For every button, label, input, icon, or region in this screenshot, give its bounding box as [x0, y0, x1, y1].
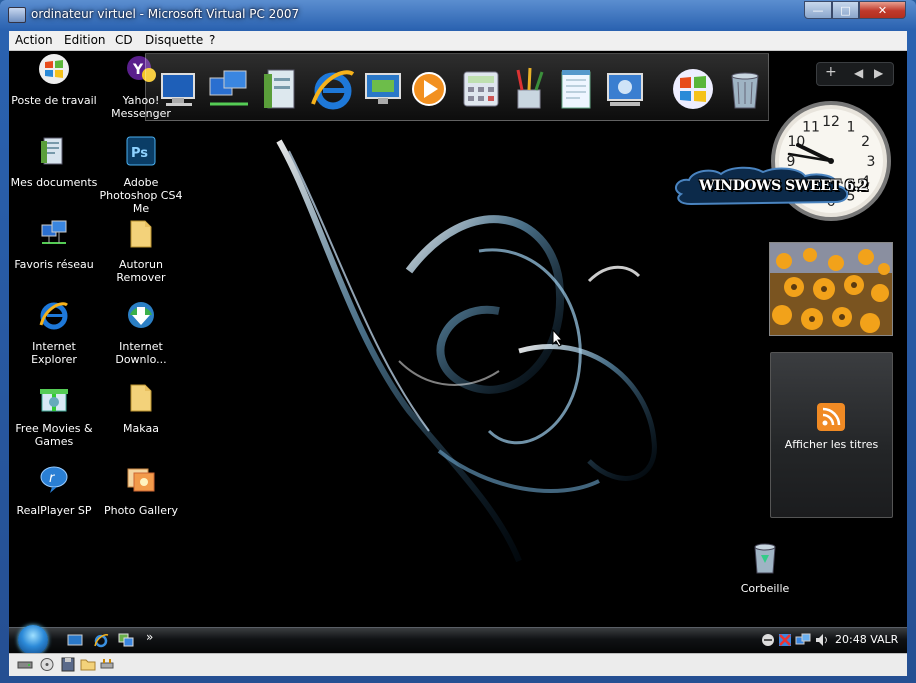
gift-box-icon	[40, 389, 68, 412]
desktop-icon-corbeille[interactable]: Corbeille	[735, 541, 795, 595]
add-gadget-button[interactable]: +	[825, 64, 837, 80]
desktop-icon-label: Mes documents	[10, 176, 98, 189]
desktop-icon-label: Photo Gallery	[103, 504, 179, 517]
desktop-icon-label: Internet Downlo...	[115, 340, 167, 366]
desktop-icon-photo-gallery[interactable]: Photo Gallery	[97, 463, 185, 517]
dock-calculator-icon[interactable]	[458, 66, 504, 112]
internet-explorer-icon[interactable]	[93, 632, 109, 648]
menu-cd[interactable]: CD	[115, 33, 133, 47]
desktop-icon-free-movies-games[interactable]: Free Movies & Games	[10, 381, 98, 448]
desktop-icon-photoshop[interactable]: Ps Adobe Photoshop CS4 Me	[97, 135, 185, 215]
maximize-button[interactable]: □	[832, 1, 859, 19]
desktop-icon-label: Autorun Remover	[116, 258, 166, 284]
rss-feed-icon	[817, 403, 845, 431]
desktop-icon-makaa[interactable]: Makaa	[97, 381, 185, 435]
desktop-icon-label: Corbeille	[740, 582, 790, 595]
internet-download-manager-icon	[128, 302, 154, 328]
desktop-icon-label: Adobe Photoshop CS4 Me	[99, 176, 183, 215]
dock-documents-icon[interactable]	[258, 66, 304, 112]
abstract-wallpaper-art	[276, 139, 657, 563]
folder-icon	[130, 384, 152, 412]
dock-bar	[145, 53, 769, 121]
desktop-icon-label: Free Movies & Games	[15, 422, 93, 448]
desktop-icon-internet-explorer[interactable]: Internet Explorer	[10, 299, 98, 366]
clock-numeral: 3	[867, 154, 876, 170]
tray-network-icon[interactable]	[795, 632, 811, 648]
virtual-pc-window: ordinateur virtuel - Microsoft Virtual P…	[0, 0, 916, 683]
dock-network-icon[interactable]	[206, 66, 252, 112]
desktop-icon-autorun-remover[interactable]: Autorun Remover	[97, 217, 185, 284]
desktop-icon-label: Poste de travail	[11, 94, 97, 107]
menu-help[interactable]: ?	[209, 33, 215, 47]
menu-bar: Action Edition CD Disquette ?	[9, 31, 907, 51]
internet-explorer-icon	[39, 302, 68, 330]
clock-numeral: 11	[802, 119, 820, 135]
dock-media-player-icon[interactable]	[406, 66, 452, 112]
desktop-icon-label: Makaa	[123, 422, 159, 435]
vpc-status-bar	[9, 653, 907, 676]
dock-notepad-icon[interactable]	[554, 66, 600, 112]
dock-paint-brushes-icon[interactable]	[506, 66, 552, 112]
gadget-sidebar-controls: + ◀ ▶	[816, 62, 894, 86]
shared-folder-icon[interactable]	[80, 657, 96, 672]
guest-desktop[interactable]: Poste de travail Y Yahoo! Messenger Mes …	[9, 51, 907, 627]
photoshop-icon: Ps	[126, 136, 156, 166]
tray-status-icon[interactable]	[760, 632, 776, 648]
hard-disk-icon[interactable]	[17, 657, 33, 672]
documents-folder-icon	[41, 137, 63, 165]
desktop-icon-label: RealPlayer SP	[16, 504, 92, 517]
close-button[interactable]: ✕	[859, 1, 906, 19]
dock-computer-icon[interactable]	[156, 66, 202, 112]
windows-logo-icon	[39, 54, 69, 84]
desktop-icon-mes-documents[interactable]: Mes documents	[10, 135, 98, 189]
tray-network-alert-icon[interactable]	[777, 632, 793, 648]
desktop-icon-label: Internet Explorer	[31, 340, 77, 366]
floppy-icon[interactable]	[60, 657, 76, 672]
cd-drive-icon[interactable]	[39, 657, 55, 672]
mouse-pointer-icon	[552, 329, 564, 347]
window-title: ordinateur virtuel - Microsoft Virtual P…	[31, 7, 300, 21]
clock-numeral: 12	[822, 114, 840, 130]
network-icon	[41, 220, 67, 244]
dock-recycle-bin-icon[interactable]	[722, 66, 768, 112]
menu-edition[interactable]: Edition	[64, 33, 106, 47]
dock-network-connections-icon[interactable]	[360, 66, 406, 112]
quick-launch-chevron[interactable]: »	[146, 630, 153, 644]
menu-action[interactable]: Action	[15, 33, 53, 47]
clock-numeral: 2	[861, 134, 870, 150]
switch-windows-icon[interactable]	[118, 632, 134, 648]
desktop-icon-poste-de-travail[interactable]: Poste de travail	[10, 53, 98, 107]
folder-icon	[130, 220, 152, 248]
dock-windows-logo-icon[interactable]	[670, 66, 716, 112]
realplayer-icon: r	[40, 466, 68, 493]
network-adapter-icon[interactable]	[99, 657, 115, 672]
feed-show-headlines-label: Afficher les titres	[784, 438, 879, 451]
desktop-icon-favoris-reseau[interactable]: Favoris réseau	[10, 217, 98, 271]
desktop-icon-label: Favoris réseau	[14, 258, 94, 271]
gadget-next-button[interactable]: ▶	[874, 66, 883, 80]
recycle-bin-icon	[754, 543, 776, 574]
clock-numeral: 1	[847, 119, 856, 135]
tray-volume-icon[interactable]	[814, 632, 830, 648]
title-bar[interactable]: ordinateur virtuel - Microsoft Virtual P…	[0, 0, 916, 30]
desktop-icon-internet-download-manager[interactable]: Internet Downlo...	[97, 299, 185, 366]
show-desktop-icon[interactable]	[67, 632, 83, 648]
dock-internet-explorer-icon[interactable]	[310, 66, 356, 112]
start-button[interactable]	[18, 625, 48, 655]
photo-gallery-icon	[127, 468, 155, 492]
dock-control-panel-icon[interactable]	[602, 66, 648, 112]
gadget-prev-button[interactable]: ◀	[854, 66, 863, 80]
minimize-button[interactable]: —	[804, 1, 832, 19]
feed-headlines-gadget[interactable]: Afficher les titres	[770, 352, 893, 518]
svg-text:Ps: Ps	[131, 146, 148, 161]
brand-text: WINDOWS SWEET 6.2	[699, 178, 868, 194]
guest-taskbar: » 20:48 VALR	[9, 625, 907, 655]
menu-disquette[interactable]: Disquette	[145, 33, 203, 47]
desktop-icon-realplayer[interactable]: r RealPlayer SP	[10, 463, 98, 517]
slideshow-photo-gadget[interactable]	[769, 242, 893, 336]
virtual-pc-icon	[8, 7, 26, 23]
tray-clock[interactable]: 20:48 VALR	[835, 633, 898, 646]
